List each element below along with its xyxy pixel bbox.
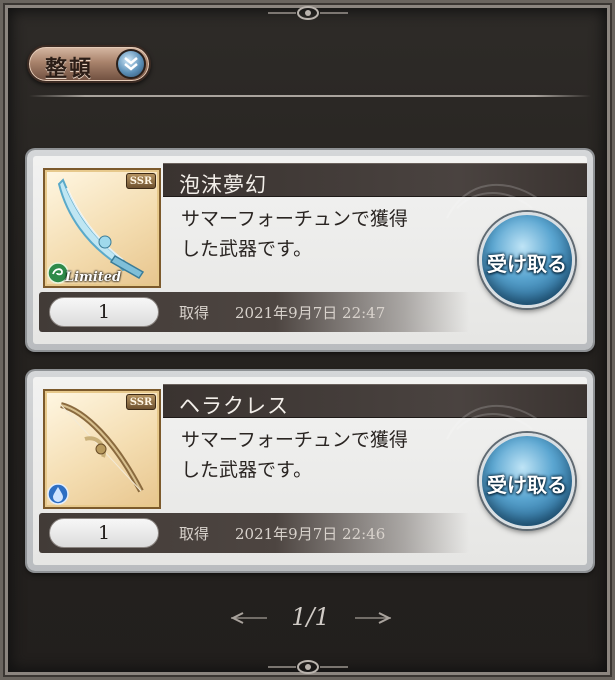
weapon-thumbnail: SSR Limited [43, 168, 161, 288]
item-name: 泡沫夢幻 [179, 173, 267, 197]
gift-item-card: SSR ヘラクレス サマーフォーチュンで獲得 した武器です。 受け取る 1 取得 [27, 371, 593, 571]
pagination: 1/1 [3, 601, 615, 635]
gift-item-card: SSR Limited 泡沫夢幻 サマーフォーチュンで獲得 した武器です。 受け… [27, 150, 593, 350]
acquired-label: 取得 [179, 304, 210, 322]
item-description: サマーフォーチュンで獲得 した武器です。 [181, 429, 408, 481]
item-description: サマーフォーチュンで獲得 した武器です。 [181, 208, 408, 260]
item-info-strip: 1 取得 2021年9月7日 22:47 [39, 292, 469, 332]
acquired-datetime: 2021年9月7日 22:46 [235, 525, 386, 543]
limited-tag: Limited [65, 270, 122, 285]
item-title-bar: 泡沫夢幻 [163, 163, 587, 219]
acquired-label: 取得 [179, 525, 210, 543]
popup-frame: 整頓 SSR Limited 泡沫夢幻 サマーフォーチュンで獲得 した武器です。… [0, 0, 615, 680]
item-quantity: 1 [49, 297, 159, 327]
item-info-strip: 1 取得 2021年9月7日 22:46 [39, 513, 469, 553]
top-ornament-icon [267, 6, 348, 20]
item-name: ヘラクレス [179, 394, 289, 418]
item-title-bar: ヘラクレス [163, 384, 587, 440]
rarity-badge: SSR [126, 394, 156, 410]
sort-button-label: 整頓 [45, 57, 94, 82]
item-quantity: 1 [49, 518, 159, 548]
weapon-thumbnail: SSR [43, 389, 161, 509]
receive-button-label: 受け取る [487, 252, 567, 276]
page-indicator: 1/1 [291, 603, 330, 631]
acquired-datetime: 2021年9月7日 22:47 [235, 304, 386, 322]
bottom-ornament-icon [267, 660, 348, 674]
chevron-down-double-icon [116, 49, 146, 79]
header-divider [29, 95, 591, 97]
page-next-icon[interactable] [353, 611, 393, 625]
rarity-badge: SSR [126, 173, 156, 189]
receive-button-label: 受け取る [487, 473, 567, 497]
gift-item-card-body: SSR ヘラクレス サマーフォーチュンで獲得 した武器です。 受け取る 1 取得 [33, 377, 587, 565]
water-element-icon [47, 483, 69, 505]
gift-item-card-body: SSR Limited 泡沫夢幻 サマーフォーチュンで獲得 した武器です。 受け… [33, 156, 587, 344]
sort-button[interactable]: 整頓 [27, 45, 151, 83]
receive-button[interactable]: 受け取る [479, 212, 575, 308]
receive-button[interactable]: 受け取る [479, 433, 575, 529]
